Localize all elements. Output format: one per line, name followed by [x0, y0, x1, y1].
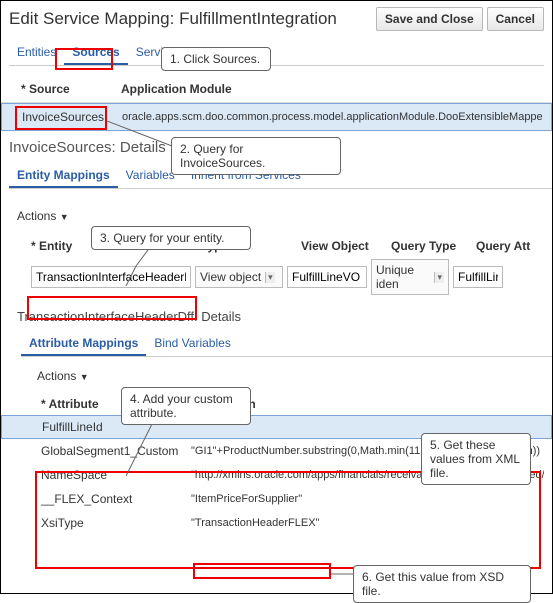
column-header-querytype: Query Type: [391, 239, 476, 253]
chevron-down-icon: ▼: [80, 372, 89, 382]
tab-entity-mappings[interactable]: Entity Mappings: [9, 164, 118, 188]
column-header-source: Source: [21, 82, 121, 96]
attr-row[interactable]: XsiType "TransactionHeaderFLEX": [1, 511, 552, 535]
app-module-cell: oracle.apps.scm.doo.common.process.model…: [122, 111, 543, 123]
actions-label: Actions: [17, 209, 56, 223]
attr-cell: XsiType: [41, 516, 191, 530]
source-cell: InvoiceSources: [22, 110, 122, 124]
expr-cell: "TransactionHeaderFLEX": [191, 517, 544, 529]
tab-entities[interactable]: Entities: [9, 41, 64, 65]
callout-2: 2. Query for InvoiceSources.: [171, 137, 341, 175]
entity-details-title: TransactionInterfaceHeaderDff: Details: [1, 301, 552, 328]
queryattr-input[interactable]: [453, 266, 503, 288]
callout-4: 4. Add your custom attribute.: [121, 387, 251, 425]
callout-3: 3. Query for your entity.: [91, 226, 251, 250]
column-header-queryattr: Query Att: [476, 239, 536, 253]
actions-menu[interactable]: Actions ▼: [1, 203, 552, 229]
page-title: Edit Service Mapping: FulfillmentIntegra…: [9, 9, 337, 29]
actions-label-2: Actions: [37, 369, 76, 383]
attr-row[interactable]: __FLEX_Context "ItemPriceForSupplier": [1, 487, 552, 511]
attr-cell: NameSpace: [41, 468, 191, 482]
source-row[interactable]: InvoiceSources oracle.apps.scm.doo.commo…: [1, 103, 552, 131]
viewobj-input[interactable]: [287, 266, 367, 288]
expr-cell: "ItemPriceForSupplier": [191, 493, 544, 505]
chevron-down-icon: ▾: [265, 272, 275, 283]
tab-sources[interactable]: Sources: [64, 41, 127, 65]
tab-attribute-mappings[interactable]: Attribute Mappings: [21, 332, 146, 356]
callout-5: 5. Get these values from XML file.: [421, 433, 531, 485]
attr-cell: GlobalSegment1_Custom: [41, 444, 191, 458]
callout-1: 1. Click Sources.: [161, 47, 271, 71]
cancel-button[interactable]: Cancel: [487, 7, 544, 31]
chevron-down-icon: ▼: [60, 212, 69, 222]
entity-row[interactable]: View object▾ Unique iden▾: [1, 253, 552, 301]
save-and-close-button[interactable]: Save and Close: [376, 7, 483, 31]
entity-input[interactable]: [31, 266, 191, 288]
tab-bind-variables[interactable]: Bind Variables: [146, 332, 239, 356]
attr-cell: __FLEX_Context: [41, 492, 191, 506]
column-header-viewobj: View Object: [301, 239, 391, 253]
column-header-app-module: Application Module: [121, 82, 232, 96]
chevron-down-icon: ▾: [434, 272, 444, 283]
actions-menu-2[interactable]: Actions ▼: [1, 363, 552, 389]
callout-6: 6. Get this value from XSD file.: [353, 565, 531, 603]
type-select[interactable]: View object▾: [195, 266, 283, 288]
querytype-select[interactable]: Unique iden▾: [371, 259, 449, 295]
